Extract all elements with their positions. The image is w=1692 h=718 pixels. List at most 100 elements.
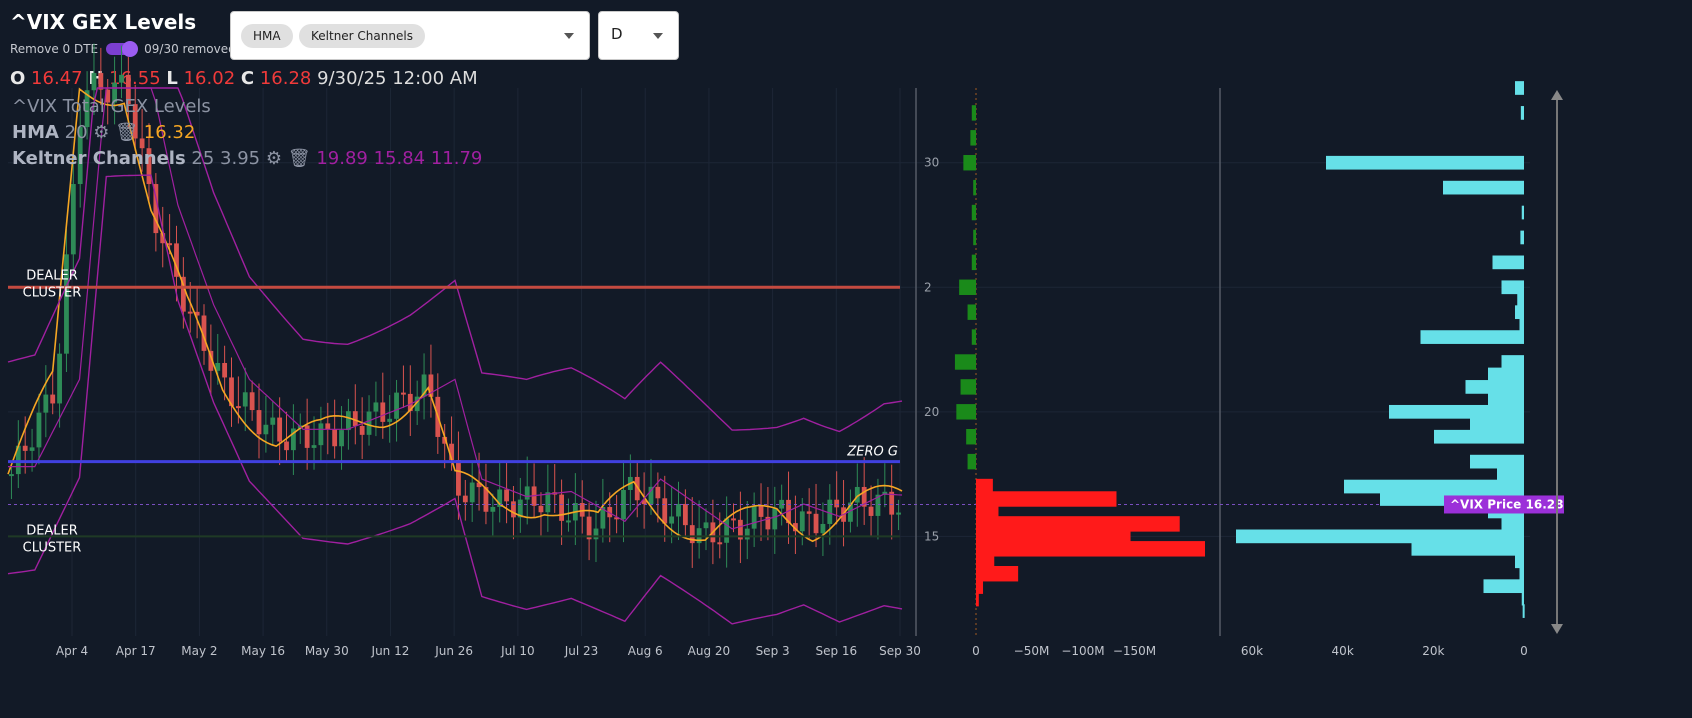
candle-body [401,392,406,395]
candle-body [57,353,62,404]
candle-body [187,311,193,314]
candle-body [332,429,338,447]
candle-body [827,499,833,524]
y-tick-label: 15 [924,529,939,543]
candle-body [896,512,901,515]
candle-body [318,423,324,446]
gex-bar [976,590,979,607]
x-tick-label: May 16 [241,644,285,658]
candle-body [682,503,688,526]
candle-body [242,392,248,407]
oi-bar [1520,106,1524,120]
oi-bar [1497,467,1524,481]
candle-body [263,424,269,435]
legend-hma: HMA 20 ⚙ 🗑 16.32 [12,122,196,143]
candle-body [566,520,571,523]
gex-bar [956,404,976,420]
gex-bar [960,379,976,395]
gear-icon[interactable]: ⚙ [266,148,282,169]
x-tick-label: Jul 23 [564,644,599,658]
oi-bar [1488,392,1524,407]
candle-body [277,417,283,442]
candle-body [256,410,262,435]
candle-body [593,528,599,540]
oi-bar [1389,404,1524,419]
candle-body [524,486,530,500]
candle-body [380,402,386,422]
candle-body [352,411,358,426]
y-tick-label: 20 [924,405,939,419]
oi-bar [1515,554,1524,569]
oi-bar [1488,367,1524,382]
dealer-cluster-label: DEALER [26,523,78,538]
gex-bar [971,204,976,221]
candle-body [70,184,76,255]
gex-bar [971,105,976,121]
candle-body [456,459,461,496]
oi-x-tick: 20k [1422,644,1444,658]
candle-body [669,516,675,524]
candle-body [387,418,393,422]
candle-body [655,486,661,499]
oi-bar [1515,81,1524,95]
x-tick-label: May 2 [181,644,217,658]
candle-body [339,430,344,447]
gex-bar [973,179,976,196]
candle-body [222,362,228,378]
x-tick-label: May 30 [305,644,349,658]
candle-body [490,506,496,512]
legend-keltner: Keltner Channels 25 3.95 ⚙ 🗑 19.89 15.84… [12,148,483,169]
candle-body [284,441,289,451]
candle-body [724,518,730,543]
gex-bar [971,254,976,271]
oi-bar [1411,541,1524,556]
x-tick-label: Sep 16 [815,644,857,658]
candle-body [799,511,805,532]
gex-bar [970,130,976,146]
gex-bar [966,429,976,445]
candle-body [868,506,874,516]
dealer-cluster-label: DEALER [26,268,78,283]
candle-body [311,445,317,448]
candle-body [119,74,124,83]
x-tick-label: Jun 26 [434,644,473,658]
chart-canvas[interactable]: DEALER CLUSTER ZERO G DEALER CLUSTER Apr 4 Apr… [0,0,1692,718]
candle-body [373,402,379,412]
oi-bar [1326,155,1524,170]
candle-body [270,417,276,425]
oi-bar [1483,579,1524,594]
candle-body [545,492,551,513]
gex-bar [963,155,976,171]
x-tick-label: Sep 30 [879,644,921,658]
y-tick-label: 30 [924,156,939,170]
trash-icon[interactable]: 🗑 [288,148,311,169]
oi-bar [1519,566,1524,581]
candle-body [50,394,56,404]
candle-body [359,425,365,435]
candle-body [751,506,757,529]
gex-bar [959,279,976,295]
gex-x-tick: −150M [1113,644,1156,658]
candle-body [91,73,97,91]
oi-x-tick: 60k [1241,644,1263,658]
scroll-up-icon [1551,90,1563,100]
gear-icon[interactable]: ⚙ [93,122,109,143]
oi-x-tick: 0 [1520,644,1528,658]
x-tick-label: Apr 4 [56,644,88,658]
candle-body [834,499,840,508]
oi-bar [1521,205,1524,220]
candle-body [744,528,750,540]
candle-body [235,406,241,409]
oi-bar [1470,454,1524,469]
candle-body [462,495,468,503]
oi-bar [1517,292,1524,307]
candle-body [820,523,826,534]
oi-bar [1434,429,1524,444]
oi-bar [1501,517,1524,531]
x-tick-label: Aug 6 [628,644,663,658]
oi-bar [1515,305,1524,320]
candle-body [366,411,372,435]
trash-icon[interactable]: 🗑 [115,122,138,143]
candle-body [22,445,28,451]
gex-x-tick: 0 [972,644,980,658]
